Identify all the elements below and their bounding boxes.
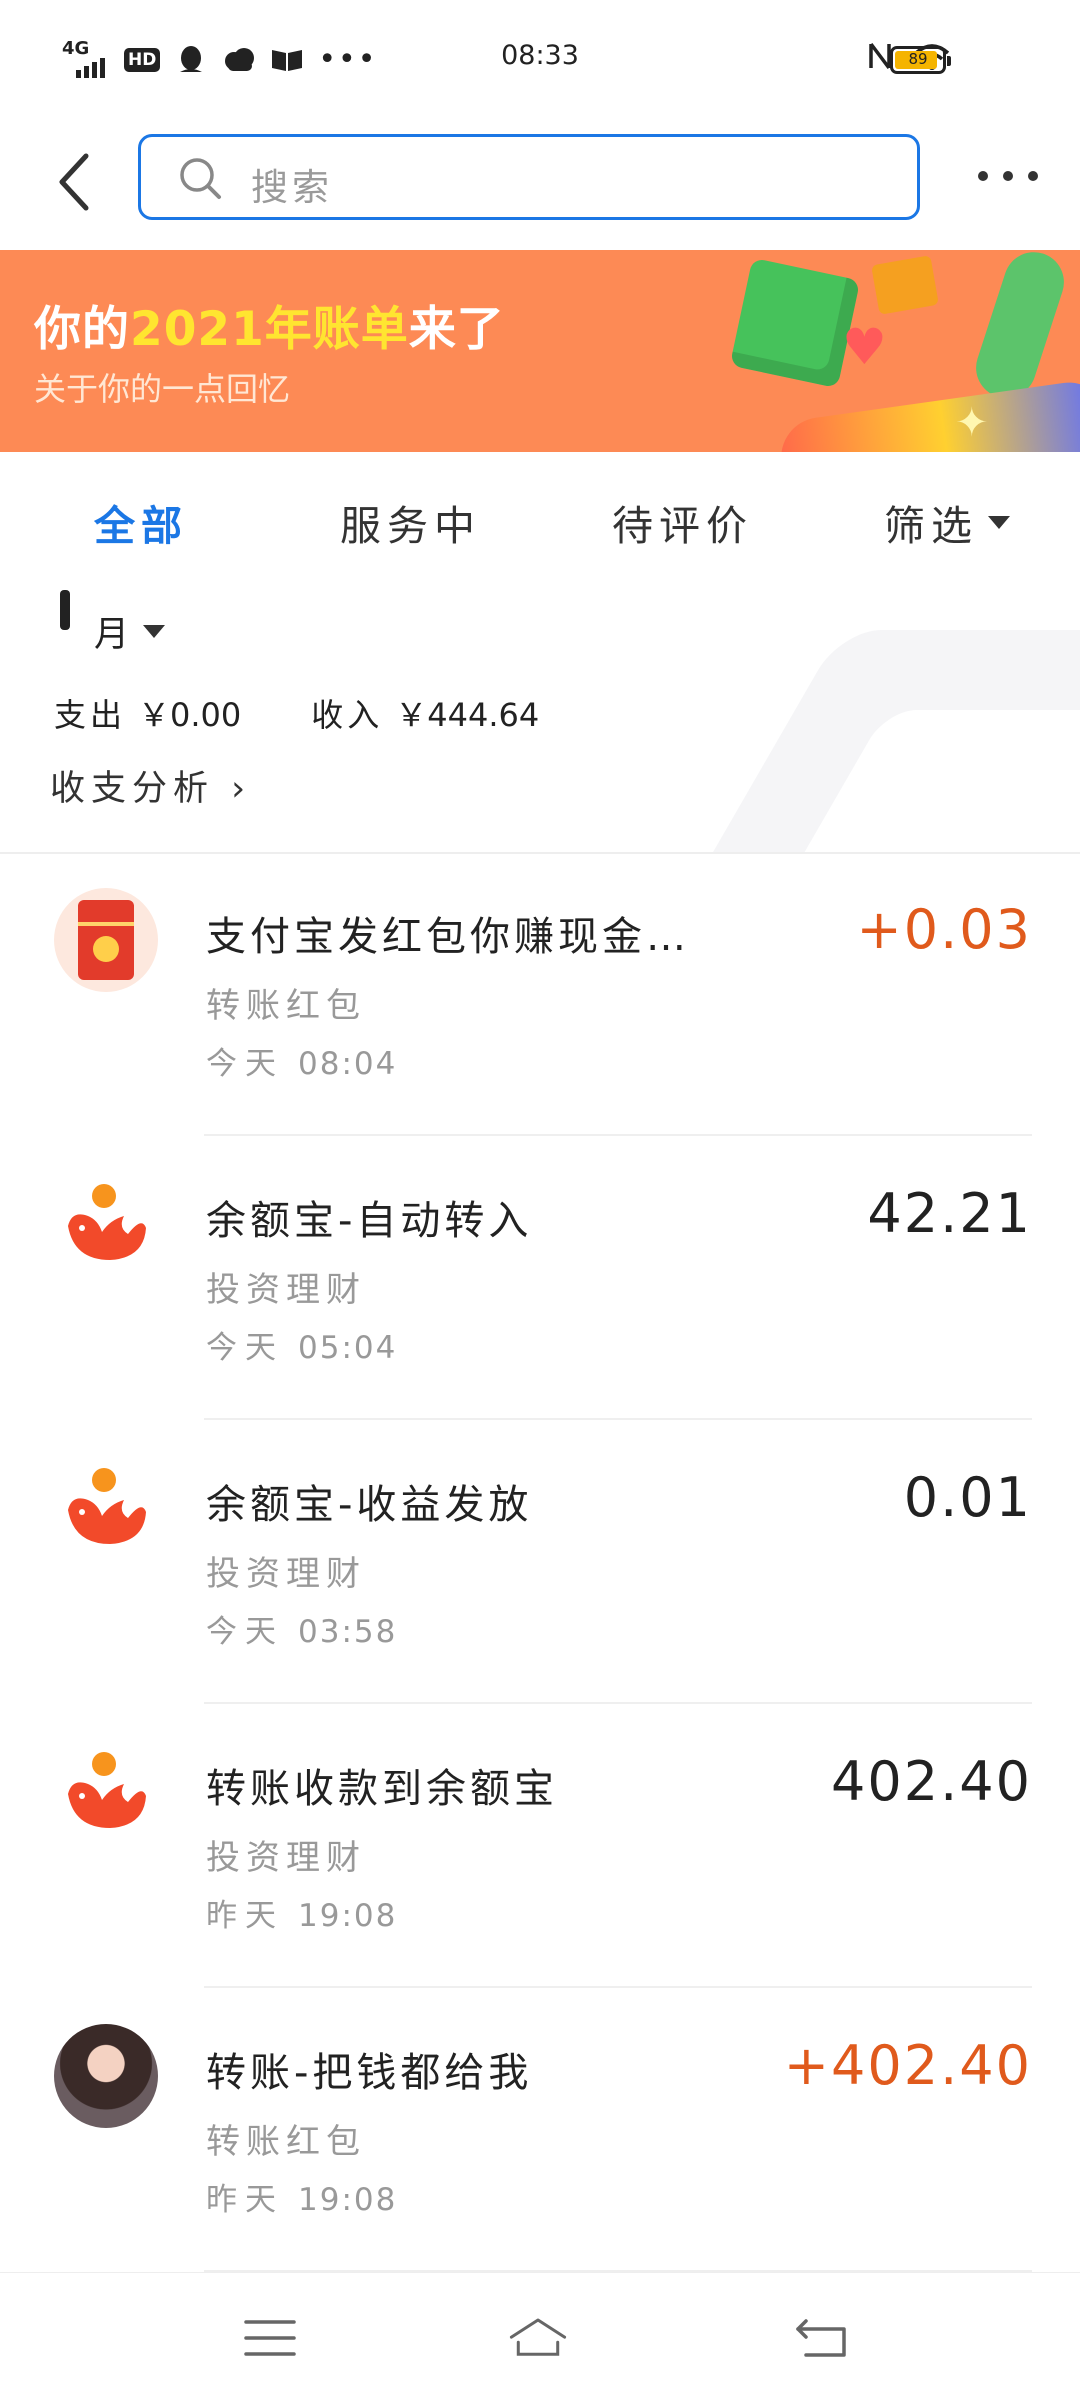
list-item[interactable]: 支付宝发红包你赚现金… 转账红包 今天 08:04 +0.03 <box>0 852 1080 1136</box>
caret-down-icon <box>143 625 166 638</box>
user-avatar <box>54 2024 158 2128</box>
transaction-category: 投资理财 <box>206 1554 366 1594</box>
annual-bill-banner[interactable]: ♥ ✦ 你的2021年账单来了 关于你的一点回忆 <box>0 250 1080 452</box>
transaction-category: 转账红包 <box>206 986 366 1026</box>
transaction-amount: +0.03 <box>856 898 1032 961</box>
yuebao-icon <box>54 1456 158 1560</box>
transaction-category: 投资理财 <box>206 1270 366 1310</box>
search-placeholder: 搜索 <box>251 166 333 209</box>
heart-icon: ♥ <box>842 318 887 376</box>
transaction-list: 支付宝发红包你赚现金… 转账红包 今天 08:04 +0.03 余额宝-自动转入 … <box>0 852 1080 2272</box>
yuebao-icon <box>54 1740 158 1844</box>
qr-cube-decoration <box>729 257 861 389</box>
transaction-time: 昨天 19:08 <box>206 1898 398 1934</box>
transaction-title: 余额宝-收益发放 <box>206 1482 533 1528</box>
transaction-time: 今天 05:04 <box>206 1330 398 1366</box>
battery-icon: 89 <box>890 46 951 74</box>
battery-level: 89 <box>908 50 928 68</box>
banner-decoration <box>968 250 1072 406</box>
transaction-title: 余额宝-自动转入 <box>206 1198 533 1244</box>
return-icon <box>796 2319 846 2357</box>
income-value: ￥444.64 <box>395 696 540 734</box>
income-expense-line: 支出 ￥0.00 收入 ￥444.64 <box>54 690 539 736</box>
transaction-amount: 402.40 <box>831 1750 1032 1813</box>
list-item[interactable]: 转账-把钱都给我 转账红包 昨天 19:08 +402.40 <box>0 1988 1080 2272</box>
banner-decoration <box>776 377 1080 452</box>
transaction-category: 转账红包 <box>206 2122 366 2162</box>
back-button[interactable] <box>48 146 102 218</box>
banner-decoration <box>871 255 939 315</box>
yuebao-icon <box>54 1172 158 1276</box>
transaction-title: 支付宝发红包你赚现金… <box>206 914 690 960</box>
transaction-time: 昨天 19:08 <box>206 2182 398 2218</box>
tab-to-review[interactable]: 待评价 <box>612 492 753 552</box>
banner-subtitle: 关于你的一点回忆 <box>34 370 291 408</box>
back-nav-button[interactable] <box>792 2313 852 2363</box>
month-label: 月 <box>94 615 130 655</box>
month-summary: 月 支出 ￥0.00 收入 ￥444.64 收支分析 › <box>0 590 1080 854</box>
filter-label: 筛选 <box>884 502 978 550</box>
search-input[interactable]: 搜索 <box>138 134 920 220</box>
month-selector[interactable]: 月 <box>94 606 166 657</box>
sparkle-icon: ✦ <box>955 400 989 446</box>
transaction-title: 转账收款到余额宝 <box>206 1766 558 1812</box>
filter-tabs: 全部 服务中 待评价 筛选 <box>0 452 1080 591</box>
system-nav-bar <box>0 2272 1080 2401</box>
menu-button[interactable] <box>240 2313 300 2363</box>
home-icon <box>509 2318 567 2356</box>
caret-down-icon <box>988 515 1010 529</box>
expense-label: 支出 <box>54 696 127 734</box>
expense-value: ￥0.00 <box>138 696 242 734</box>
list-item[interactable]: 余额宝-自动转入 投资理财 今天 05:04 42.21 <box>0 1136 1080 1420</box>
transaction-amount: 42.21 <box>867 1182 1032 1245</box>
chevron-left-icon <box>59 153 89 211</box>
nfc-icon <box>868 40 892 80</box>
list-item[interactable]: 转账收款到余额宝 投资理财 昨天 19:08 402.40 <box>0 1704 1080 1988</box>
tab-all[interactable]: 全部 <box>94 492 188 552</box>
more-icon <box>978 171 988 181</box>
transaction-category: 投资理财 <box>206 1838 366 1878</box>
income-label: 收入 <box>311 696 384 734</box>
transaction-title: 转账-把钱都给我 <box>206 2050 533 2096</box>
status-bar: 4G HD ••• 08:33 89 <box>0 0 1080 120</box>
filter-dropdown[interactable]: 筛选 <box>884 492 1010 552</box>
income-summary: 收入 ￥444.64 <box>311 690 539 736</box>
transaction-amount: +402.40 <box>783 2034 1032 2097</box>
tab-in-service[interactable]: 服务中 <box>340 492 481 552</box>
analysis-link[interactable]: 收支分析 › <box>50 760 251 811</box>
red-packet-icon <box>54 888 158 992</box>
month-indicator <box>60 590 70 630</box>
transaction-amount: 0.01 <box>903 1466 1032 1529</box>
expense-summary: 支出 ￥0.00 <box>54 690 241 736</box>
banner-title: 你的2021年账单来了 <box>34 302 505 357</box>
home-button[interactable] <box>508 2313 568 2363</box>
top-bar: 搜索 <box>0 120 1080 250</box>
more-options-button[interactable] <box>978 166 1038 186</box>
search-icon <box>180 158 221 199</box>
menu-icon <box>244 2320 296 2356</box>
list-item[interactable]: 余额宝-收益发放 投资理财 今天 03:58 0.01 <box>0 1420 1080 1704</box>
transaction-time: 今天 03:58 <box>206 1614 398 1650</box>
transaction-time: 今天 08:04 <box>206 1046 398 1082</box>
